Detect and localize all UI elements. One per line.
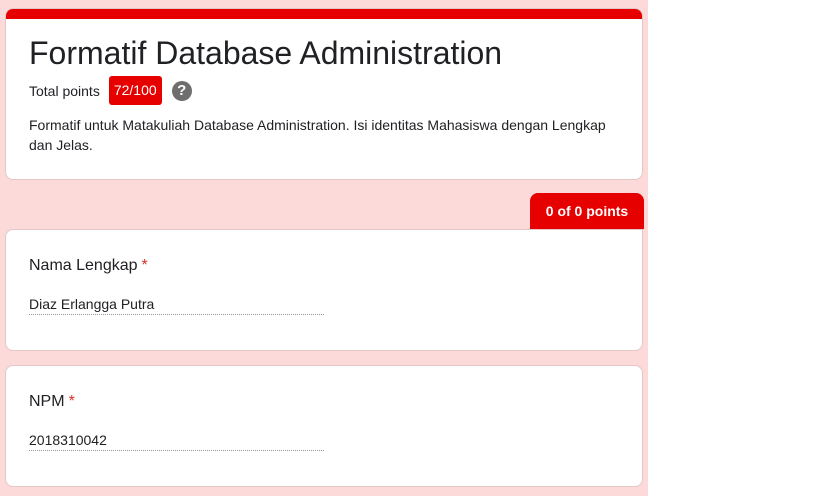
- answer-text-field: Diaz Erlangga Putra: [29, 294, 324, 315]
- form-title: Formatif Database Administration: [29, 35, 503, 71]
- header-accent-bar: [6, 9, 642, 19]
- form-background: Formatif Database Administration Total p…: [0, 0, 648, 496]
- required-asterisk: *: [68, 393, 75, 410]
- form-description: Formatif untuk Matakuliah Database Admin…: [29, 117, 606, 153]
- help-icon[interactable]: ?: [171, 80, 192, 101]
- question-card-npm: NPM * 2018310042: [5, 365, 643, 487]
- form-header-card: Formatif Database Administration Total p…: [5, 8, 643, 180]
- question-label: Nama Lengkap: [29, 257, 138, 274]
- required-asterisk: *: [141, 257, 148, 274]
- question-title: NPM *: [29, 393, 75, 411]
- score-badge: 72/100: [108, 76, 162, 105]
- question-title: Nama Lengkap *: [29, 257, 148, 275]
- question-label: NPM: [29, 393, 65, 410]
- answer-text-field: 2018310042: [29, 430, 324, 451]
- total-points-label: Total points: [29, 82, 100, 99]
- question-card-nama-lengkap: Nama Lengkap * Diaz Erlangga Putra: [5, 229, 643, 351]
- section-points-badge: 0 of 0 points: [530, 193, 644, 229]
- total-points-row: Total points 72/100 ?: [29, 76, 192, 105]
